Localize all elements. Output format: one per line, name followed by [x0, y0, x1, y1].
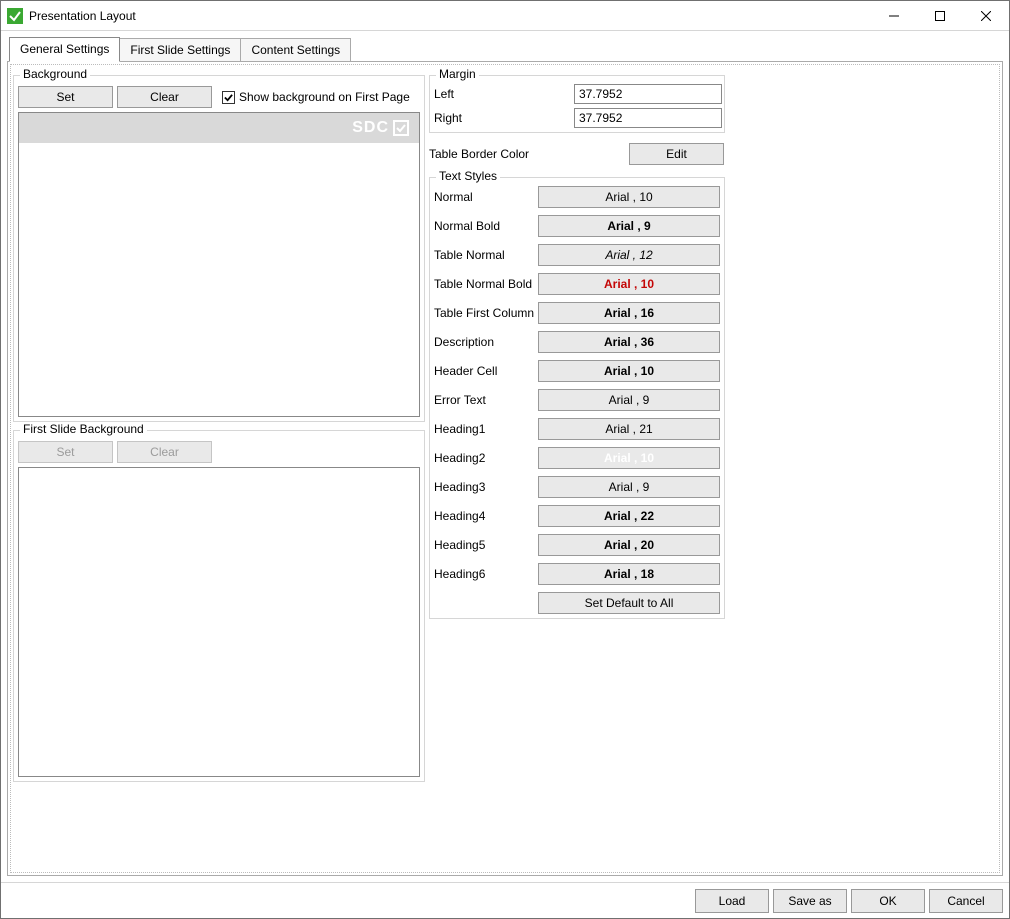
text-style-button[interactable]: Arial , 10 [538, 447, 720, 469]
sdc-check-icon [393, 120, 409, 136]
background-legend: Background [20, 67, 90, 81]
margin-right-input[interactable] [574, 108, 722, 128]
margin-legend: Margin [436, 67, 479, 81]
text-style-row: Normal BoldArial , 9 [434, 215, 720, 237]
text-style-label: Heading3 [434, 480, 538, 494]
text-style-row: Error TextArial , 9 [434, 389, 720, 411]
right-column: Margin Left Right Table Border Color Edi… [427, 65, 727, 872]
sdc-logo-text: SDC [352, 119, 389, 137]
checkmark-icon [222, 91, 235, 104]
text-style-label: Table Normal [434, 248, 538, 262]
tab-first-slide-settings[interactable]: First Slide Settings [119, 38, 241, 62]
sdc-logo: SDC [352, 119, 409, 137]
text-styles-legend: Text Styles [436, 169, 500, 183]
margin-group: Margin Left Right [429, 75, 725, 133]
background-group: Background Set Clear Show background on … [13, 75, 425, 422]
text-style-button[interactable]: Arial , 36 [538, 331, 720, 353]
text-style-label: Heading1 [434, 422, 538, 436]
text-style-row: Table First ColumnArial , 16 [434, 302, 720, 324]
text-style-button[interactable]: Arial , 16 [538, 302, 720, 324]
show-background-first-page-checkbox[interactable]: Show background on First Page [222, 90, 410, 104]
first-slide-background-group: First Slide Background Set Clear [13, 430, 425, 782]
background-preview: SDC [18, 112, 420, 417]
first-slide-background-legend: First Slide Background [20, 422, 147, 436]
table-border-edit-button[interactable]: Edit [629, 143, 724, 165]
tab-content-settings[interactable]: Content Settings [240, 38, 351, 62]
text-style-label: Normal [434, 190, 538, 204]
tab-general-settings[interactable]: General Settings [9, 37, 120, 62]
left-column: Background Set Clear Show background on … [11, 65, 427, 872]
text-style-button[interactable]: Arial , 9 [538, 215, 720, 237]
text-style-label: Table Normal Bold [434, 277, 538, 291]
first-slide-clear-button[interactable]: Clear [117, 441, 212, 463]
text-style-row: Table NormalArial , 12 [434, 244, 720, 266]
first-slide-set-button[interactable]: Set [18, 441, 113, 463]
text-style-label: Heading5 [434, 538, 538, 552]
text-style-label: Normal Bold [434, 219, 538, 233]
text-style-button[interactable]: Arial , 9 [538, 476, 720, 498]
background-set-button[interactable]: Set [18, 86, 113, 108]
text-style-label: Description [434, 335, 538, 349]
text-style-button[interactable]: Arial , 21 [538, 418, 720, 440]
text-style-row: Heading1Arial , 21 [434, 418, 720, 440]
cancel-button[interactable]: Cancel [929, 889, 1003, 913]
text-style-button[interactable]: Arial , 10 [538, 273, 720, 295]
text-style-row: Heading5Arial , 20 [434, 534, 720, 556]
text-style-label: Table First Column [434, 306, 538, 320]
text-style-button[interactable]: Arial , 12 [538, 244, 720, 266]
text-style-row: Heading6Arial , 18 [434, 563, 720, 585]
text-style-button[interactable]: Arial , 9 [538, 389, 720, 411]
window-title: Presentation Layout [29, 9, 136, 23]
text-style-label: Heading2 [434, 451, 538, 465]
first-slide-preview [18, 467, 420, 777]
maximize-button[interactable] [917, 1, 963, 31]
text-style-row: DescriptionArial , 36 [434, 331, 720, 353]
margin-right-label: Right [434, 111, 574, 125]
table-border-color-label: Table Border Color [429, 147, 629, 161]
text-style-row: Table Normal BoldArial , 10 [434, 273, 720, 295]
save-as-button[interactable]: Save as [773, 889, 847, 913]
close-button[interactable] [963, 1, 1009, 31]
text-style-label: Header Cell [434, 364, 538, 378]
tab-panel-general: Background Set Clear Show background on … [10, 64, 1000, 873]
ok-button[interactable]: OK [851, 889, 925, 913]
text-style-row: Heading3Arial , 9 [434, 476, 720, 498]
text-style-row: Header CellArial , 10 [434, 360, 720, 382]
background-clear-button[interactable]: Clear [117, 86, 212, 108]
footer: Load Save as OK Cancel [1, 882, 1009, 918]
text-style-button[interactable]: Arial , 20 [538, 534, 720, 556]
text-style-button[interactable]: Arial , 10 [538, 186, 720, 208]
show-background-label: Show background on First Page [239, 90, 410, 104]
app-icon [7, 8, 23, 24]
margin-left-label: Left [434, 87, 574, 101]
text-style-label: Heading4 [434, 509, 538, 523]
titlebar: Presentation Layout [1, 1, 1009, 31]
set-default-to-all-button[interactable]: Set Default to All [538, 592, 720, 614]
text-style-row: Heading4Arial , 22 [434, 505, 720, 527]
text-style-button[interactable]: Arial , 10 [538, 360, 720, 382]
load-button[interactable]: Load [695, 889, 769, 913]
margin-left-input[interactable] [574, 84, 722, 104]
background-preview-banner: SDC [19, 113, 419, 143]
text-style-row: Heading2Arial , 10 [434, 447, 720, 469]
text-style-row: NormalArial , 10 [434, 186, 720, 208]
text-style-label: Error Text [434, 393, 538, 407]
text-style-label: Heading6 [434, 567, 538, 581]
text-style-button[interactable]: Arial , 22 [538, 505, 720, 527]
tabstrip: General Settings First Slide Settings Co… [1, 35, 1009, 61]
text-styles-list: NormalArial , 10Normal BoldArial , 9Tabl… [434, 186, 720, 614]
window: Presentation Layout General Settings Fir… [0, 0, 1010, 919]
minimize-button[interactable] [871, 1, 917, 31]
text-styles-group: Text Styles NormalArial , 10Normal BoldA… [429, 177, 725, 619]
text-style-button[interactable]: Arial , 18 [538, 563, 720, 585]
